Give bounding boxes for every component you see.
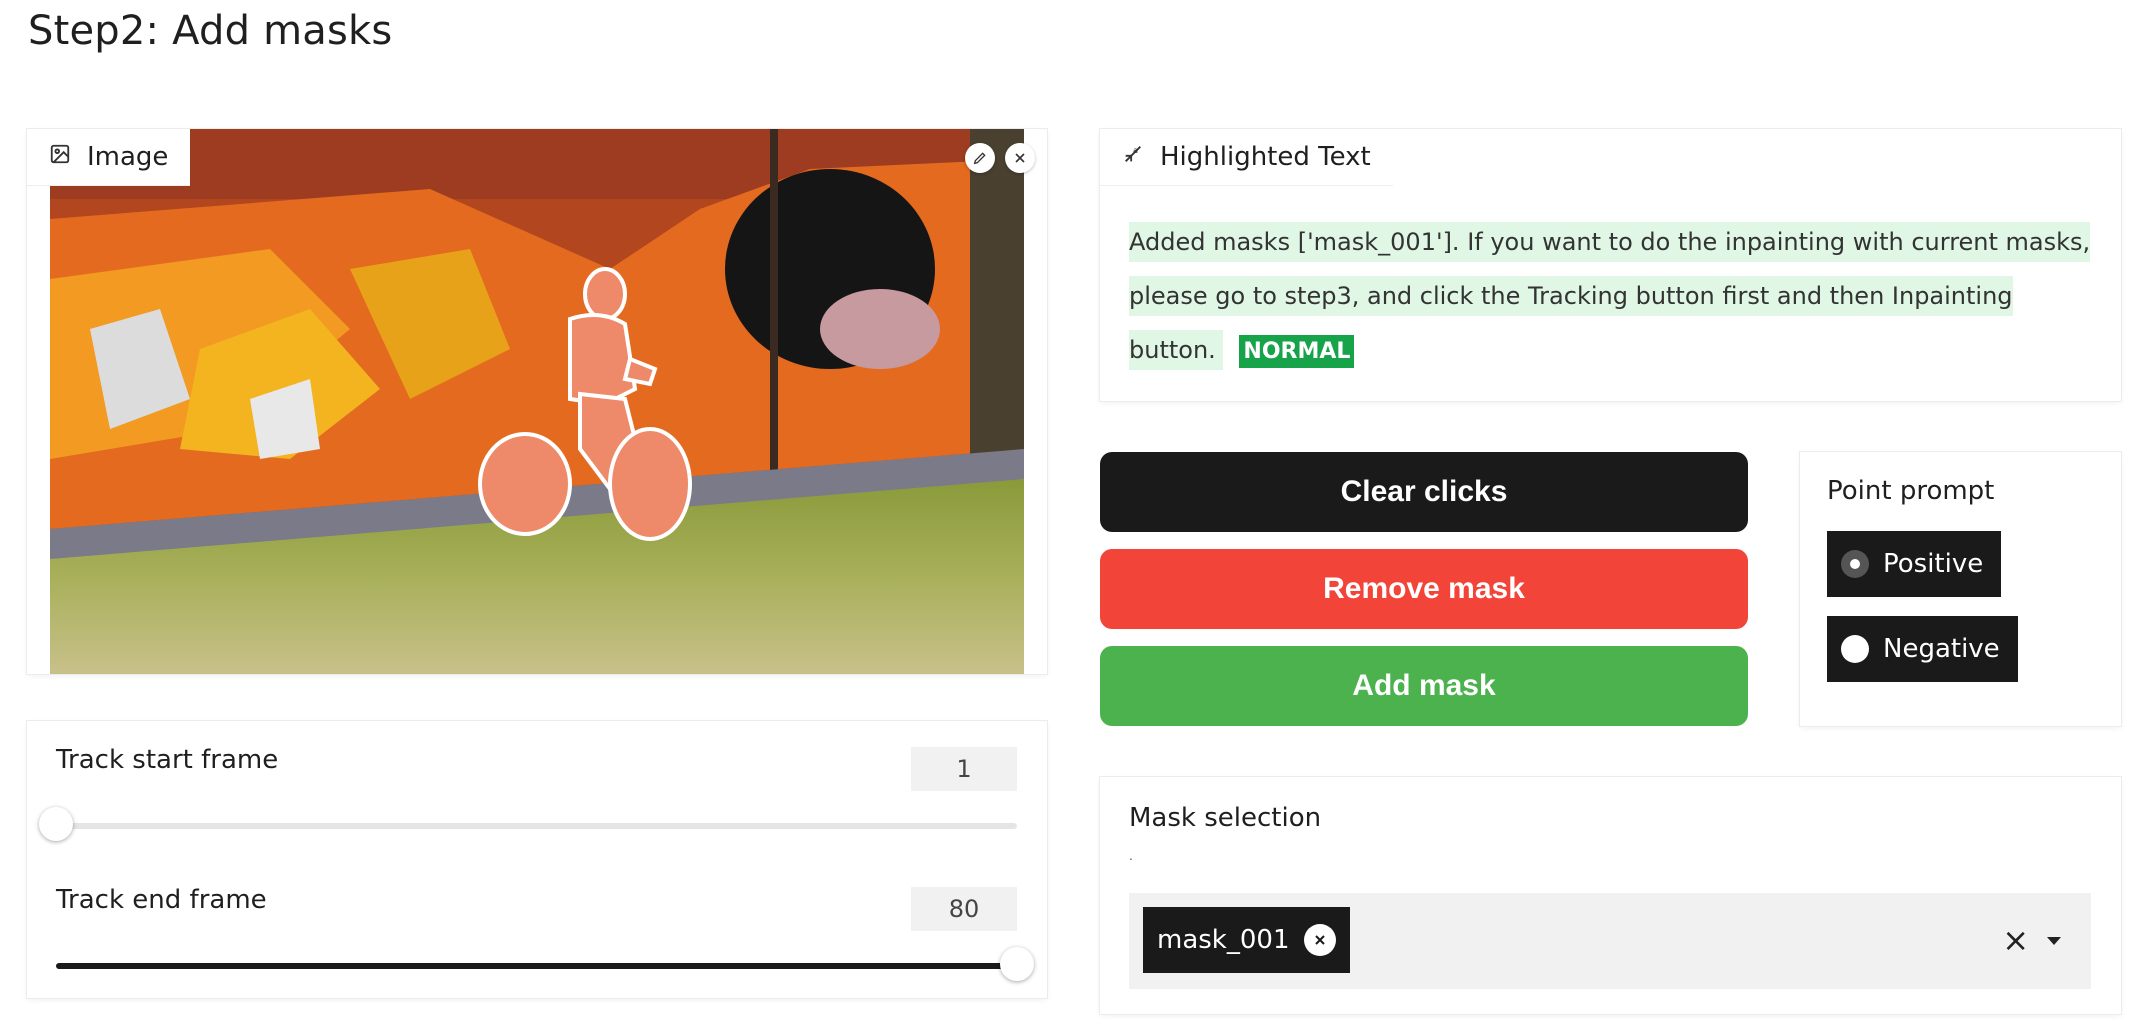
edit-button[interactable] xyxy=(965,143,995,173)
image-panel: Image xyxy=(27,129,1047,674)
mask-chip-label: mask_001 xyxy=(1157,925,1290,955)
mask-selection-subtitle: . xyxy=(1129,849,1133,863)
clear-selection-icon[interactable]: × xyxy=(2002,923,2029,957)
mask-chip[interactable]: mask_001 xyxy=(1143,907,1350,973)
track-start-thumb[interactable] xyxy=(39,807,73,841)
video-frame[interactable] xyxy=(50,129,1024,674)
track-start-input[interactable]: 1 xyxy=(911,747,1017,791)
clear-clicks-button[interactable]: Clear clicks xyxy=(1100,452,1748,532)
close-icon xyxy=(1015,153,1025,163)
highlighted-text-body: Added masks ['mask_001']. If you want to… xyxy=(1129,215,2091,379)
track-end-fill xyxy=(56,963,1017,969)
point-prompt-panel: Point prompt Positive Negative xyxy=(1800,452,2121,726)
point-prompt-title: Point prompt xyxy=(1827,476,1995,506)
image-tools xyxy=(965,143,1035,173)
track-end-input[interactable]: 80 xyxy=(911,887,1017,931)
highlighted-text-label: Highlighted Text xyxy=(1160,142,1371,172)
page-title: Step2: Add masks xyxy=(28,8,393,54)
track-start-label: Track start frame xyxy=(56,745,279,775)
track-end-thumb[interactable] xyxy=(1000,947,1034,981)
radio-negative[interactable]: Negative xyxy=(1827,616,2018,682)
remove-chip-icon[interactable] xyxy=(1303,924,1336,956)
highlighted-text-panel: a Highlighted Text Added masks ['mask_00… xyxy=(1100,129,2121,401)
mask-selection-title: Mask selection xyxy=(1129,803,1322,833)
track-start-slider[interactable] xyxy=(39,807,1017,841)
image-icon xyxy=(49,142,71,172)
mask-multiselect[interactable]: mask_001 × xyxy=(1129,893,2091,989)
image-tab-label: Image xyxy=(27,129,191,185)
remove-mask-button[interactable]: Remove mask xyxy=(1100,549,1748,629)
radio-positive[interactable]: Positive xyxy=(1827,531,2002,597)
pencil-icon xyxy=(973,152,986,165)
track-end-slider[interactable] xyxy=(56,947,1034,981)
svg-text:a: a xyxy=(1133,145,1138,155)
track-frame-panel: Track start frame 1 Track end frame 80 xyxy=(27,721,1047,998)
radio-selected-icon xyxy=(1841,550,1869,578)
status-tag: NORMAL xyxy=(1239,335,1355,368)
image-label: Image xyxy=(87,142,169,172)
track-end-label: Track end frame xyxy=(56,885,267,915)
chevron-down-icon[interactable] xyxy=(2047,937,2061,945)
highlighted-text-tab-label: a Highlighted Text xyxy=(1100,129,1393,185)
radio-negative-label: Negative xyxy=(1883,634,2000,664)
radio-positive-label: Positive xyxy=(1883,549,1984,579)
text-highlight-icon: a xyxy=(1122,142,1144,172)
add-mask-button[interactable]: Add mask xyxy=(1100,646,1748,726)
mask-selection-panel: Mask selection . mask_001 × xyxy=(1100,777,2121,1014)
clear-image-button[interactable] xyxy=(1005,143,1035,173)
radio-unselected-icon xyxy=(1841,635,1869,663)
